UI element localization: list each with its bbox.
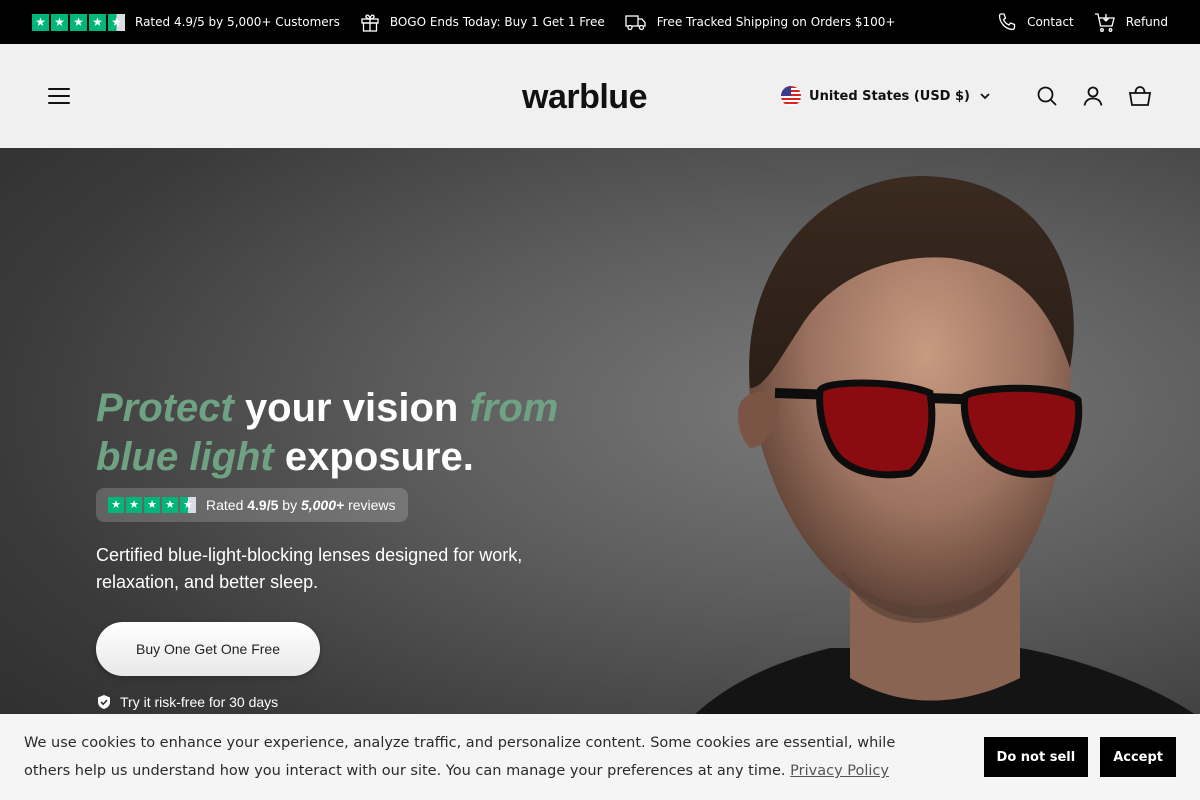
do-not-sell-button[interactable]: Do not sell	[983, 737, 1089, 777]
announcement-shipping-text: Free Tracked Shipping on Orders $100+	[656, 15, 896, 29]
headline-exposure: exposure.	[284, 435, 474, 479]
contact-link[interactable]: Contact	[997, 12, 1074, 32]
announcement-bar: ★ ★ ★ ★ ★ Rated 4.9/5 by 5,000+ Customers BO…	[0, 0, 1200, 44]
search-icon[interactable]	[1036, 85, 1058, 107]
us-flag-icon	[781, 86, 802, 106]
privacy-policy-link[interactable]: Privacy Policy	[790, 763, 889, 779]
announcement-promo: BOGO Ends Today: Buy 1 Get 1 Free	[360, 12, 605, 32]
header-actions: United States (USD $)	[781, 44, 1152, 148]
rating-prefix: Rated	[206, 497, 244, 513]
hero-rating-badge: ★ ★ ★ ★ ★ Rated 4.9/5 by 5,000+ reviews	[96, 488, 408, 522]
headline-accent-protect: Protect	[96, 386, 234, 430]
trustpilot-stars-icon: ★ ★ ★ ★ ★	[32, 13, 125, 31]
country-selector[interactable]: United States (USD $)	[781, 86, 990, 106]
cookie-text: We use cookies to enhance your experienc…	[24, 735, 896, 779]
shield-check-icon	[96, 694, 112, 710]
rating-suffix: reviews	[348, 497, 396, 513]
headline-your-vision: your vision	[244, 386, 459, 430]
refund-label: Refund	[1125, 15, 1168, 29]
headline-accent-from: from	[469, 386, 559, 430]
risk-free-guarantee: Try it risk-free for 30 days	[96, 694, 576, 710]
cookie-banner: We use cookies to enhance your experienc…	[0, 714, 1200, 800]
hero-model-image	[640, 176, 1200, 800]
refund-link[interactable]: Refund	[1094, 11, 1168, 33]
accept-cookies-button[interactable]: Accept	[1100, 737, 1176, 777]
country-selector-label: United States (USD $)	[809, 88, 970, 104]
risk-free-text: Try it risk-free for 30 days	[120, 694, 279, 710]
phone-icon	[997, 12, 1017, 32]
gift-icon	[360, 12, 380, 32]
announcement-promo-text: BOGO Ends Today: Buy 1 Get 1 Free	[389, 15, 605, 29]
announcement-shipping: Free Tracked Shipping on Orders $100+	[625, 13, 896, 31]
hero-subtext: Certified blue-light-blocking lenses des…	[96, 545, 523, 592]
rating-by: by	[282, 497, 298, 513]
announcement-rating: ★ ★ ★ ★ ★ Rated 4.9/5 by 5,000+ Customers	[32, 13, 340, 31]
hero-headline: Protect your vision from blue light expo…	[96, 384, 576, 482]
cookie-message: We use cookies to enhance your experienc…	[24, 729, 972, 785]
contact-label: Contact	[1027, 15, 1074, 29]
chevron-down-icon	[980, 92, 990, 100]
trustpilot-stars-icon: ★ ★ ★ ★ ★	[108, 497, 196, 513]
menu-icon[interactable]	[48, 88, 70, 104]
cart-return-icon	[1094, 11, 1116, 33]
cart-icon[interactable]	[1128, 85, 1152, 107]
site-logo[interactable]: warblue	[522, 78, 647, 117]
headline-accent-blue-light: blue light	[96, 435, 274, 479]
announcement-rating-text: Rated 4.9/5 by 5,000+ Customers	[135, 15, 340, 29]
rating-score: 4.9/5	[247, 497, 279, 513]
hero-content: Protect your vision from blue light expo…	[96, 384, 576, 710]
hero-section: Protect your vision from blue light expo…	[0, 148, 1200, 800]
truck-icon	[625, 13, 647, 31]
account-icon[interactable]	[1082, 85, 1104, 107]
rating-count: 5,000+	[300, 497, 345, 513]
bogo-cta-button[interactable]: Buy One Get One Free	[96, 622, 320, 676]
site-header: warblue United States (USD $)	[0, 44, 1200, 148]
